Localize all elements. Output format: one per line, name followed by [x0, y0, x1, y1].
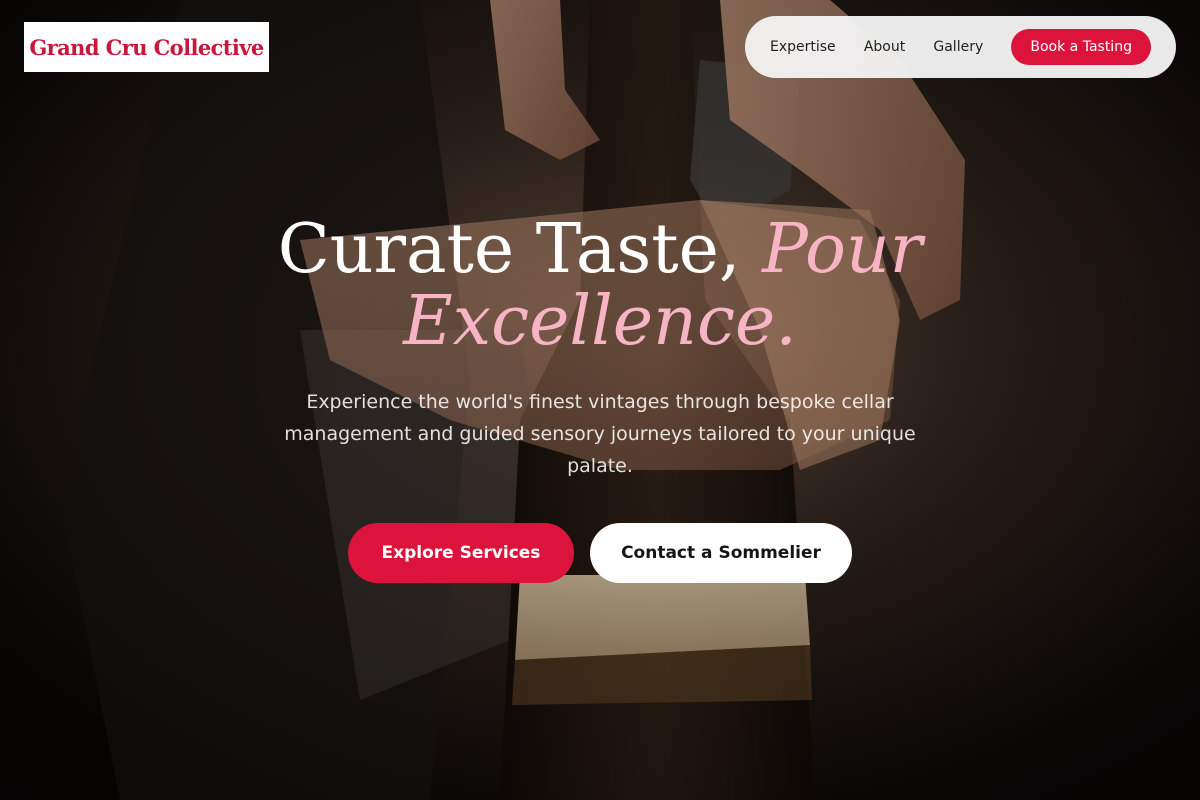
nav-link-gallery[interactable]: Gallery — [933, 39, 983, 55]
contact-sommelier-button[interactable]: Contact a Sommelier — [590, 523, 852, 583]
hero-section: Grand Cru Collective Expertise About Gal… — [0, 0, 1200, 800]
headline-main-text: Curate Taste, — [277, 210, 763, 289]
nav-link-about[interactable]: About — [864, 39, 905, 55]
explore-services-button[interactable]: Explore Services — [348, 523, 574, 583]
logo-text: Grand Cru Collective — [29, 34, 264, 60]
brand-logo[interactable]: Grand Cru Collective — [24, 22, 269, 72]
nav-link-expertise[interactable]: Expertise — [770, 39, 836, 55]
hero-headline: Curate Taste, Pour Excellence. — [200, 214, 1000, 358]
main-navigation: Expertise About Gallery Book a Tasting — [745, 16, 1176, 78]
hero-subtext: Experience the world's finest vintages t… — [284, 391, 916, 477]
book-tasting-button[interactable]: Book a Tasting — [1011, 29, 1151, 65]
